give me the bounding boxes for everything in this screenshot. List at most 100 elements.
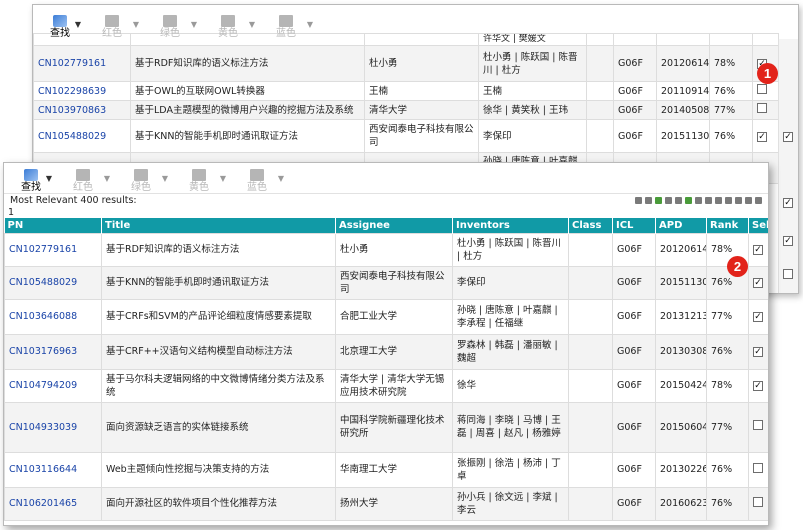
cell-icl: G06F [613, 487, 656, 520]
back-red-button[interactable]: 红色 ▼ [83, 11, 141, 39]
chevron-down-icon[interactable]: ▼ [249, 20, 255, 29]
select-checkbox[interactable]: ✓ [753, 312, 763, 322]
green-highlight-button[interactable]: 绿色 ▼ [112, 165, 170, 193]
excel-icon[interactable] [655, 197, 662, 204]
select-checkbox[interactable]: ✓ [757, 132, 767, 142]
chevron-down-icon[interactable]: ▼ [104, 174, 110, 183]
select-checkbox[interactable] [757, 103, 767, 113]
table-row: CN105488029 基于KNN的智能手机即时通讯取证方法 西安闻泰电子科技有… [34, 120, 779, 153]
cell-rank: 76% [707, 487, 749, 520]
chevron-down-icon[interactable]: ▼ [133, 20, 139, 29]
chevron-down-icon[interactable]: ▼ [75, 20, 81, 29]
blue-highlight-button[interactable]: 蓝色 ▼ [228, 165, 286, 193]
chevron-down-icon[interactable]: ▼ [46, 174, 52, 183]
cell-inventors: 罗森林 | 韩磊 | 潘丽敏 | 魏超 [453, 334, 569, 369]
close-box-icon[interactable] [735, 197, 742, 204]
page-number[interactable]: 1 [4, 207, 768, 218]
red-highlight-button[interactable]: 红色 ▼ [54, 165, 112, 193]
cell-apd: 20150424 [656, 369, 707, 402]
select-all-icon[interactable] [715, 197, 722, 204]
patent-link[interactable]: CN103646088 [5, 299, 102, 334]
copy-icon[interactable] [695, 197, 702, 204]
chevron-down-icon[interactable]: ▼ [220, 174, 226, 183]
column-header-pn[interactable]: PN [5, 218, 102, 233]
yellow-highlight-button[interactable]: 黄色 ▼ [170, 165, 228, 193]
column-header-apd[interactable]: APD [656, 218, 707, 233]
select-checkbox[interactable]: ✓ [783, 198, 793, 208]
select-checkbox[interactable]: ✓ [753, 245, 763, 255]
select-checkbox[interactable] [753, 463, 763, 473]
highlight-icon [250, 169, 264, 181]
patent-link[interactable]: CN104794209 [5, 369, 102, 402]
highlight-icon [221, 15, 235, 27]
cell-assignee: 扬州大学 [336, 487, 453, 520]
patent-link[interactable]: CN104933039 [5, 402, 102, 452]
chevron-down-icon[interactable]: ▼ [162, 174, 168, 183]
patent-link[interactable]: CN103116644 [5, 452, 102, 487]
patent-link[interactable]: CN102298639 [34, 82, 131, 101]
filter-icon[interactable] [675, 197, 682, 204]
cell-inventors: 李保印 [479, 120, 587, 153]
select-checkbox[interactable] [783, 269, 793, 279]
highlight-icon [76, 169, 90, 181]
select-checkbox[interactable]: ✓ [783, 132, 793, 142]
column-header-select[interactable]: Sel [749, 218, 770, 233]
callout-badge-2: 2 [727, 256, 748, 277]
select-checkbox[interactable]: ✓ [753, 347, 763, 357]
patent-link[interactable]: CN102779161 [34, 46, 131, 82]
cell-assignee: 合肥工业大学 [336, 299, 453, 334]
column-header-class[interactable]: Class [569, 218, 613, 233]
cell-assignee: 西安闻泰电子科技有限公司 [336, 266, 453, 299]
maximize-icon[interactable] [745, 197, 752, 204]
list-icon[interactable] [645, 197, 652, 204]
cell-rank: 78% [710, 46, 753, 82]
back-green-button[interactable]: 绿色 ▼ [141, 11, 199, 39]
patent-link[interactable]: CN105488029 [34, 120, 131, 153]
patent-link[interactable]: CN103176963 [5, 334, 102, 369]
cell-apd: 20120614 [656, 233, 707, 266]
patent-link[interactable]: CN102779161 [5, 233, 102, 266]
chart-icon[interactable] [685, 197, 692, 204]
delete-icon[interactable] [705, 197, 712, 204]
cell-icl: G06F [614, 101, 657, 120]
cell-inventors: 徐华 | 黄笑秋 | 王玮 [479, 101, 587, 120]
select-checkbox[interactable] [757, 84, 767, 94]
column-header-inventors[interactable]: Inventors [453, 218, 569, 233]
grid-icon[interactable] [635, 197, 642, 204]
back-find-button[interactable]: 查找 ▼ [37, 11, 83, 39]
select-checkbox[interactable]: ✓ [753, 278, 763, 288]
find-button[interactable]: 查找 ▼ [8, 165, 54, 193]
view-tools [635, 197, 762, 204]
cell-assignee: 王楠 [365, 82, 479, 101]
zoom-icon[interactable] [665, 197, 672, 204]
cell-apd: 20120614 [657, 46, 710, 82]
select-checkbox[interactable] [753, 420, 763, 430]
select-checkbox[interactable]: ✓ [753, 381, 763, 391]
cell-inventors: 王楠 [479, 82, 587, 101]
cell-assignee: 北京理工大学 [336, 334, 453, 369]
table-row: CN105488029 基于KNN的智能手机即时通讯取证方法 西安闻泰电子科技有… [5, 266, 770, 299]
chevron-down-icon[interactable]: ▼ [278, 174, 284, 183]
column-header-rank[interactable]: Rank [707, 218, 749, 233]
cell-apd: 20110914 [657, 82, 710, 101]
column-header-icl[interactable]: ICL [613, 218, 656, 233]
patent-link[interactable]: CN105488029 [5, 266, 102, 299]
cell-assignee: 清华大学 [365, 101, 479, 120]
cell-title: 面向资源缺乏语言的实体链接系统 [102, 402, 336, 452]
patent-link[interactable]: CN103970863 [34, 101, 131, 120]
table-row: CN104794209 基于马尔科夫逻辑网络的中文微博情绪分类方法及系统 清华大… [5, 369, 770, 402]
back-blue-button[interactable]: 蓝色 ▼ [257, 11, 315, 39]
select-checkbox[interactable]: ✓ [783, 236, 793, 246]
back-yellow-button[interactable]: 黄色 ▼ [199, 11, 257, 39]
chevron-down-icon[interactable]: ▼ [191, 20, 197, 29]
cell-assignee: 华南理工大学 [336, 452, 453, 487]
patent-link[interactable]: CN106201465 [5, 487, 102, 520]
table-row: CN102779161 基于RDF知识库的语义标注方法 杜小勇 杜小勇 | 陈跃… [5, 233, 770, 266]
column-header-title[interactable]: Title [102, 218, 336, 233]
chevron-down-icon[interactable]: ▼ [307, 20, 313, 29]
window-icon[interactable] [755, 197, 762, 204]
select-checkbox[interactable] [753, 497, 763, 507]
invert-icon[interactable] [725, 197, 732, 204]
column-header-assignee[interactable]: Assignee [336, 218, 453, 233]
cell-inventors: 杜小勇 | 陈跃国 | 陈晋川 | 杜方 [479, 46, 587, 82]
